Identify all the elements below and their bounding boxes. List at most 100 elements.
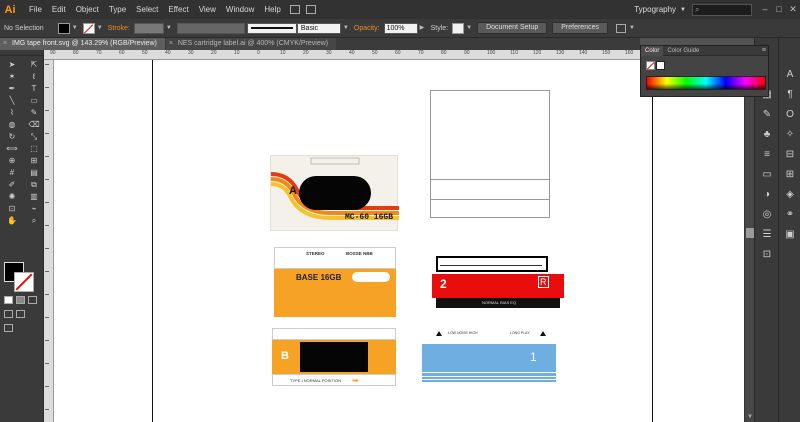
transform-panel-icon[interactable]: ⊞ <box>779 164 800 184</box>
bridge-icon[interactable] <box>289 5 300 14</box>
menu-effect[interactable]: Effect <box>163 0 193 19</box>
scroll-thumb[interactable] <box>746 228 754 238</box>
glyphs-panel-icon[interactable]: ✧ <box>779 124 800 144</box>
blend-tool-icon[interactable]: ⧉ <box>25 179 43 190</box>
selection-tool-icon[interactable]: ➤ <box>3 59 21 70</box>
opacity-label[interactable]: Opacity: <box>354 25 380 32</box>
hand-tool-icon[interactable]: ✋ <box>3 215 21 226</box>
fill-swatch[interactable] <box>57 22 70 34</box>
menu-file[interactable]: File <box>24 0 47 19</box>
graphic-style-swatch[interactable] <box>452 22 465 34</box>
rectangle-tool-icon[interactable]: ▭ <box>25 95 43 106</box>
appearance-panel-icon[interactable]: ◎ <box>755 204 779 224</box>
tape-label-base[interactable]: STEREO BOSSE NBB BASE 16GB <box>274 247 396 322</box>
stroke-panel-icon[interactable]: ≡ <box>755 144 779 164</box>
menu-type[interactable]: Type <box>104 0 131 19</box>
menu-select[interactable]: Select <box>131 0 163 19</box>
document-setup-button[interactable]: Document Setup <box>477 22 548 34</box>
links-panel-icon[interactable]: ⚭ <box>779 204 800 224</box>
stroke-swatch[interactable] <box>82 22 95 34</box>
artboard-canvas[interactable]: A MC-60 16GB STEREO BOSSE NBB BASE 16GB … <box>54 60 744 422</box>
variable-width-field[interactable] <box>176 22 245 34</box>
label-outline-template[interactable] <box>430 90 550 218</box>
workspace-switcher[interactable]: Typography <box>634 5 676 14</box>
stroke-weight-field[interactable] <box>133 22 164 34</box>
paintbrush-tool-icon[interactable]: ⌇ <box>3 107 21 118</box>
horizontal-ruler[interactable]: 90 80 70 60 50 40 30 20 10 0 10 20 30 40 50 60 70 80 90 100… <box>44 50 640 60</box>
gradient-mode-icon[interactable] <box>16 296 25 304</box>
gradient-panel-icon[interactable]: ▭ <box>755 164 779 184</box>
eyedropper-tool-icon[interactable]: ✐ <box>3 179 21 190</box>
preferences-button[interactable]: Preferences <box>552 22 608 34</box>
tape-label-b[interactable]: B TYPE I NORMAL POSITION ➡ <box>272 328 396 386</box>
chevron-down-icon[interactable]: ▼ <box>343 23 349 34</box>
panel-menu-icon[interactable]: ≡ <box>762 46 766 56</box>
scale-tool-icon[interactable]: ⤡ <box>25 131 43 142</box>
artboard-tool-icon[interactable]: ⊡ <box>3 203 21 214</box>
pencil-tool-icon[interactable]: ✎ <box>25 107 43 118</box>
tape-label-blue[interactable]: LOW NOISE HIGH LONG PLAY 1 <box>422 328 556 386</box>
opacity-field[interactable]: 100% <box>383 22 418 34</box>
rotate-tool-icon[interactable]: ↻ <box>3 131 21 142</box>
mesh-tool-icon[interactable]: # <box>3 167 21 178</box>
direct-selection-tool-icon[interactable]: ⇱ <box>25 59 43 70</box>
slice-tool-icon[interactable]: ⌁ <box>25 203 43 214</box>
maximize-button[interactable]: □ <box>772 0 786 19</box>
tab-color-guide[interactable]: Color Guide <box>663 46 703 56</box>
vertical-ruler[interactable] <box>44 60 54 422</box>
blob-brush-tool-icon[interactable]: ◍ <box>3 119 21 130</box>
chevron-right-icon[interactable]: ▶ <box>420 23 426 34</box>
draw-normal-icon[interactable] <box>4 310 13 318</box>
stroke-color-box[interactable] <box>14 272 34 292</box>
fill-stroke-control[interactable] <box>4 262 36 292</box>
chevron-down-icon[interactable]: ▼ <box>466 23 472 34</box>
width-tool-icon[interactable]: ⟺ <box>3 143 21 154</box>
align-panel-icon[interactable]: ⊟ <box>779 144 800 164</box>
magic-wand-tool-icon[interactable]: ✶ <box>3 71 21 82</box>
close-tab-icon[interactable]: × <box>3 38 7 50</box>
arrange-documents-icon[interactable] <box>305 5 316 14</box>
pathfinder-panel-icon[interactable]: ◈ <box>779 184 800 204</box>
pen-tool-icon[interactable]: ✒ <box>3 83 21 94</box>
stroke-label[interactable]: Stroke: <box>108 25 130 32</box>
menu-view[interactable]: View <box>194 0 221 19</box>
fill-stroke-swatches[interactable] <box>646 61 666 71</box>
minimize-button[interactable]: – <box>758 0 772 19</box>
character-panel-icon[interactable]: A <box>779 64 800 84</box>
symbol-sprayer-tool-icon[interactable]: ✺ <box>3 191 21 202</box>
arrange-icon[interactable] <box>616 23 626 33</box>
menu-window[interactable]: Window <box>221 0 259 19</box>
tab-nes-cartridge-label[interactable]: × NES cartridge label.ai @ 400% (CMYK/Pr… <box>165 38 337 50</box>
artboards-panel-icon[interactable]: ⊡ <box>755 244 779 264</box>
brush-definition-preview[interactable] <box>246 22 297 34</box>
chevron-down-icon[interactable]: ▼ <box>97 23 103 34</box>
navigator-panel-icon[interactable]: ▣ <box>779 224 800 244</box>
chevron-down-icon[interactable]: ▼ <box>166 23 172 34</box>
search-input[interactable]: ⌕ <box>692 3 752 16</box>
chevron-down-icon[interactable]: ▼ <box>72 23 78 34</box>
opentype-panel-icon[interactable]: O <box>779 104 800 124</box>
layers-panel-icon[interactable]: ☰ <box>755 224 779 244</box>
eraser-tool-icon[interactable]: ⌫ <box>25 119 43 130</box>
draw-behind-icon[interactable] <box>16 310 25 318</box>
free-transform-tool-icon[interactable]: ⬚ <box>25 143 43 154</box>
column-graph-tool-icon[interactable]: ▥ <box>25 191 43 202</box>
white-swatch[interactable] <box>656 61 665 70</box>
none-swatch[interactable] <box>646 61 655 70</box>
none-mode-icon[interactable] <box>28 296 37 304</box>
tape-label-red[interactable]: 2 R NORMAL BIAS EQ <box>432 256 564 318</box>
brush-definition-field[interactable]: Basic <box>296 22 341 34</box>
close-button[interactable]: ✕ <box>786 0 800 19</box>
color-spectrum[interactable] <box>646 76 766 90</box>
tab-color[interactable]: Color <box>641 45 664 56</box>
transparency-panel-icon[interactable]: ◑ <box>755 184 779 204</box>
screen-mode-icon[interactable] <box>4 324 13 332</box>
symbols-panel-icon[interactable]: ♣ <box>755 124 779 144</box>
menu-help[interactable]: Help <box>259 0 285 19</box>
vertical-scrollbar[interactable]: ▲ ▼ <box>744 60 754 422</box>
shape-builder-tool-icon[interactable]: ⊕ <box>3 155 21 166</box>
paragraph-panel-icon[interactable]: ¶ <box>779 84 800 104</box>
line-tool-icon[interactable]: ╲ <box>3 95 21 106</box>
color-mode-icon[interactable] <box>4 296 13 304</box>
menu-edit[interactable]: Edit <box>47 0 71 19</box>
